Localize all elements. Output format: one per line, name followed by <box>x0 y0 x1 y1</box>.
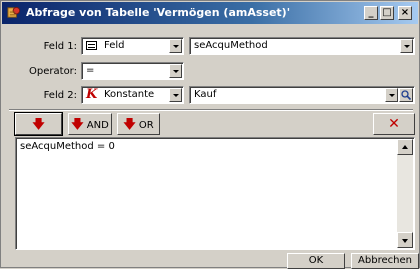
chevron-down-icon[interactable] <box>385 88 398 102</box>
close-icon: ✕ <box>388 116 400 132</box>
close-window-button[interactable]: × <box>398 6 412 20</box>
chevron-down-icon[interactable] <box>169 88 182 102</box>
scroll-up-icon[interactable] <box>397 139 413 155</box>
expression-text: seAcquMethod = 0 <box>20 141 115 152</box>
operator-value: = <box>86 65 95 76</box>
delete-condition-button[interactable]: ✕ <box>373 113 415 135</box>
operator-select[interactable]: = <box>81 62 184 80</box>
cancel-button[interactable]: Abbrechen <box>351 253 419 269</box>
field1-type-select[interactable]: Feld <box>81 37 184 55</box>
or-label: OR <box>138 120 154 131</box>
separator <box>9 109 413 111</box>
field1-value: seAcquMethod <box>194 40 268 51</box>
red-down-arrow-icon: 🡇 <box>123 117 136 131</box>
chevron-down-icon[interactable] <box>169 39 182 53</box>
field2-type-select[interactable]: K Konstante <box>81 86 184 104</box>
ok-button[interactable]: OK <box>287 253 345 269</box>
query-dialog: Abfrage von Tabelle 'Vermögen (amAsset)'… <box>0 0 420 269</box>
window-title: Abfrage von Tabelle 'Vermögen (amAsset)' <box>26 6 291 19</box>
red-down-arrow-icon: 🡇 <box>71 117 84 131</box>
operator-label: Operator: <box>29 66 77 77</box>
cancel-label: Abbrechen <box>358 255 412 266</box>
maximize-button[interactable]: □ <box>380 6 394 20</box>
field1-label: Feld 1: <box>43 41 77 52</box>
title-bar[interactable]: Abfrage von Tabelle 'Vermögen (amAsset)'… <box>2 2 418 24</box>
minimize-button[interactable]: _ <box>364 6 378 20</box>
scroll-down-icon[interactable] <box>397 232 413 248</box>
magnifier-icon[interactable] <box>399 88 413 102</box>
query-app-icon <box>7 6 21 18</box>
chevron-down-icon[interactable] <box>400 39 413 53</box>
chevron-down-icon[interactable] <box>169 64 182 78</box>
field1-type-value: Feld <box>104 40 125 51</box>
field2-value: Kauf <box>194 89 217 100</box>
insert-or-button[interactable]: 🡇 OR <box>117 113 160 135</box>
and-label: AND <box>86 120 109 131</box>
expression-textarea[interactable]: seAcquMethod = 0 <box>15 137 415 250</box>
constant-k-icon: K <box>86 87 98 102</box>
vertical-scrollbar[interactable] <box>397 139 413 248</box>
field2-type-value: Konstante <box>104 89 155 100</box>
ok-label: OK <box>308 255 324 266</box>
field1-select[interactable]: seAcquMethod <box>189 37 415 55</box>
insert-and-button[interactable]: 🡇 AND <box>68 113 112 135</box>
red-down-arrow-icon: 🡇 <box>32 117 45 131</box>
field2-label: Feld 2: <box>43 90 77 101</box>
field-icon <box>86 41 97 50</box>
field2-value-select[interactable]: Kauf <box>189 86 415 104</box>
insert-condition-button[interactable]: 🡇 <box>14 112 63 136</box>
